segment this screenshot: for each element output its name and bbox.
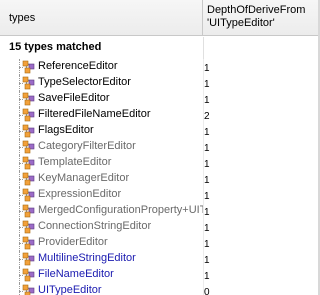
class-type-icon — [22, 268, 35, 282]
type-name[interactable]: ReferenceEditor — [38, 60, 203, 72]
depth-value: 1 — [204, 159, 210, 170]
type-row[interactable]: ExpressionEditor 1 — [0, 187, 320, 203]
type-row[interactable]: MergedConfigurationProperty+UIT 1 — [0, 203, 320, 219]
depth-column-label-line1: DepthOfDeriveFrom — [207, 4, 306, 16]
depth-value: 1 — [204, 271, 210, 282]
depth-value: 1 — [204, 207, 210, 218]
type-name[interactable]: KeyManagerEditor — [38, 172, 203, 184]
class-type-icon — [22, 220, 35, 234]
class-type-icon — [22, 172, 35, 186]
class-type-icon — [22, 108, 35, 122]
class-type-icon — [22, 236, 35, 250]
depth-value: 1 — [204, 127, 210, 138]
depth-value: 1 — [204, 255, 210, 266]
type-row[interactable]: FilteredFileNameEditor 2 — [0, 107, 320, 123]
type-row[interactable]: KeyManagerEditor 1 — [0, 171, 320, 187]
depth-value: 1 — [204, 191, 210, 202]
class-type-icon — [22, 60, 35, 74]
class-type-icon — [22, 124, 35, 138]
depth-column-label-line2: 'UITypeEditor' — [207, 17, 275, 29]
types-column-label: types — [9, 12, 36, 24]
type-name[interactable]: CategoryFilterEditor — [38, 140, 203, 152]
class-type-icon — [22, 140, 35, 154]
type-row[interactable]: MultilineStringEditor 1 — [0, 251, 320, 267]
class-type-icon — [22, 204, 35, 218]
type-name[interactable]: MultilineStringEditor — [38, 252, 203, 264]
depth-value: 1 — [204, 239, 210, 250]
depth-column-header[interactable]: DepthOfDeriveFrom 'UITypeEditor' — [204, 0, 320, 35]
depth-value: 1 — [204, 79, 210, 90]
type-row[interactable]: TemplateEditor 1 — [0, 155, 320, 171]
type-row[interactable]: ConnectionStringEditor 1 — [0, 219, 320, 235]
type-row[interactable]: FileNameEditor 1 — [0, 267, 320, 283]
depth-value: 1 — [204, 143, 210, 154]
type-row[interactable]: ProviderEditor 1 — [0, 235, 320, 251]
type-row[interactable]: TypeSelectorEditor 1 — [0, 75, 320, 91]
depth-value: 1 — [204, 223, 210, 234]
class-type-icon — [22, 76, 35, 90]
type-name[interactable]: ConnectionStringEditor — [38, 220, 203, 232]
type-name[interactable]: UITypeEditor — [38, 284, 203, 295]
depth-value: 0 — [204, 287, 210, 295]
type-name[interactable]: FilteredFileNameEditor — [38, 108, 203, 120]
match-summary-row: 15 types matched — [0, 37, 320, 59]
type-row[interactable]: FlagsEditor 1 — [0, 123, 320, 139]
type-name[interactable]: SaveFileEditor — [38, 92, 203, 104]
results-header: types DepthOfDeriveFrom 'UITypeEditor' — [0, 0, 320, 36]
type-name[interactable]: MergedConfigurationProperty+UIT — [38, 204, 203, 216]
match-summary-text: 15 types matched — [9, 41, 102, 53]
class-type-icon — [22, 252, 35, 266]
type-row[interactable]: SaveFileEditor 1 — [0, 91, 320, 107]
class-type-icon — [22, 92, 35, 106]
type-name[interactable]: TypeSelectorEditor — [38, 76, 203, 88]
type-name[interactable]: ProviderEditor — [38, 236, 203, 248]
depth-value: 1 — [204, 63, 210, 74]
types-column-header[interactable]: types — [0, 0, 203, 35]
depth-value: 1 — [204, 95, 210, 106]
tree-line — [19, 283, 20, 295]
depth-value: 1 — [204, 175, 210, 186]
class-type-icon — [22, 284, 35, 295]
class-type-icon — [22, 156, 35, 170]
type-name[interactable]: FileNameEditor — [38, 268, 203, 280]
column-divider — [203, 37, 204, 59]
type-row[interactable]: UITypeEditor 0 — [0, 283, 320, 295]
type-list: ReferenceEditor 1 TypeSelectorEditor 1 SaveF… — [0, 59, 320, 295]
type-row[interactable]: ReferenceEditor 1 — [0, 59, 320, 75]
class-type-icon — [22, 188, 35, 202]
type-name[interactable]: ExpressionEditor — [38, 188, 203, 200]
type-row[interactable]: CategoryFilterEditor 1 — [0, 139, 320, 155]
query-results-panel: types DepthOfDeriveFrom 'UITypeEditor' 1… — [0, 0, 320, 295]
type-name[interactable]: TemplateEditor — [38, 156, 203, 168]
type-name[interactable]: FlagsEditor — [38, 124, 203, 136]
depth-value: 2 — [204, 111, 210, 122]
